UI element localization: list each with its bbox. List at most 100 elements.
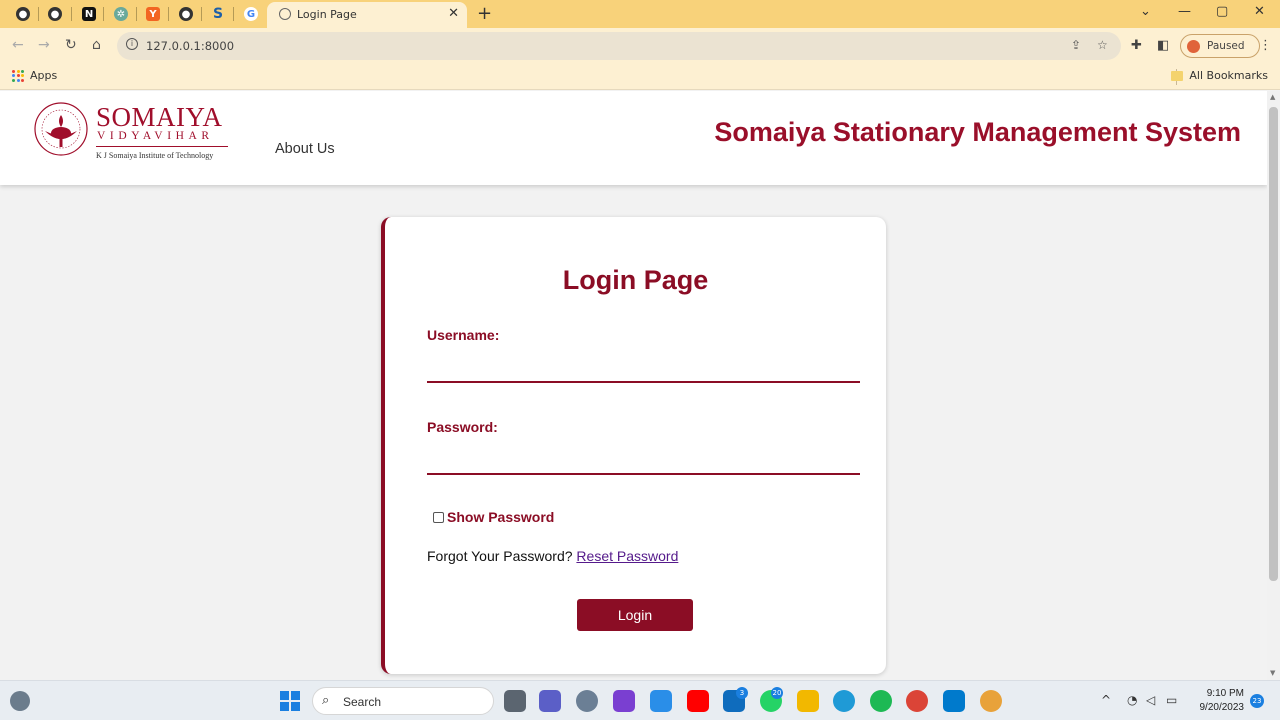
- page-viewport: SOMAIYA VIDYAVIHAR K J Somaiya Institute…: [0, 91, 1267, 680]
- login-heading: Login Page: [562, 265, 709, 295]
- battery-icon[interactable]: ▭: [1166, 693, 1177, 707]
- tab-separator: [71, 7, 72, 21]
- tab-separator: [103, 7, 104, 21]
- pinned-tab-ycombinator[interactable]: Y: [141, 4, 165, 24]
- login-button[interactable]: Login: [577, 599, 693, 631]
- logo-subtitle: VIDYAVIHAR: [97, 130, 214, 142]
- spotify-icon[interactable]: [870, 690, 892, 712]
- nav-about-us[interactable]: About Us: [275, 141, 335, 157]
- username-label: Username:: [427, 327, 500, 343]
- start-button[interactable]: [280, 691, 300, 711]
- close-window-button[interactable]: ✕: [1254, 4, 1265, 19]
- share-icon[interactable]: ⇪: [1071, 38, 1081, 52]
- side-panel-icon[interactable]: ◧: [1157, 38, 1169, 53]
- pinned-tab-chatgpt[interactable]: ✲: [109, 4, 133, 24]
- show-password-toggle[interactable]: Show Password: [433, 509, 554, 525]
- logo-wordmark: SOMAIYA: [96, 102, 223, 132]
- y-combinator-icon: Y: [146, 7, 160, 21]
- profile-status: Paused: [1207, 40, 1245, 52]
- pinned-tab-notion[interactable]: N: [77, 4, 101, 24]
- s-app-icon: S: [212, 6, 224, 22]
- globe-icon: [279, 8, 291, 20]
- show-password-label: Show Password: [447, 509, 555, 525]
- tab-separator: [38, 7, 39, 21]
- minimize-button[interactable]: —: [1178, 4, 1191, 19]
- site-info-icon[interactable]: i: [126, 38, 138, 50]
- chrome-profile-icon[interactable]: [980, 690, 1002, 712]
- forgot-password-row: Forgot Your Password? Reset Password: [427, 548, 678, 564]
- reload-icon[interactable]: ↻: [65, 37, 77, 53]
- profile-button[interactable]: Paused: [1180, 34, 1260, 58]
- taskbar-search[interactable]: ⌕ Search: [312, 687, 494, 715]
- tray-overflow-icon[interactable]: ^: [1101, 693, 1111, 707]
- photos-icon[interactable]: [650, 690, 672, 712]
- file-explorer-icon[interactable]: [797, 690, 819, 712]
- somaiya-emblem-icon: [34, 102, 88, 156]
- volume-icon[interactable]: ◁: [1146, 693, 1155, 707]
- tab-search-icon[interactable]: ⌄: [1140, 4, 1151, 19]
- scroll-up-icon[interactable]: ▲: [1270, 93, 1275, 101]
- clock-time: 9:10 PM: [1206, 688, 1244, 699]
- login-card: Login Page Username: Password: Show Pass…: [381, 217, 886, 674]
- notification-badge[interactable]: 23: [1250, 694, 1264, 708]
- browser-toolbar: ← → ↻ ⌂ i 127.0.0.1:8000 ⇪ ☆ ✚ ◧ Paused …: [0, 28, 1280, 64]
- extensions-icon[interactable]: ✚: [1131, 38, 1142, 53]
- site-header: SOMAIYA VIDYAVIHAR K J Somaiya Institute…: [0, 91, 1267, 185]
- taskbar-search-label: Search: [343, 695, 382, 709]
- vscode-icon[interactable]: [943, 690, 965, 712]
- taskbar-clock[interactable]: 9:10 PM 9/20/2023: [1190, 687, 1245, 715]
- copilot-icon[interactable]: [613, 690, 635, 712]
- tab-login-page[interactable]: Login Page ✕: [267, 2, 467, 28]
- weather-widget-icon[interactable]: [10, 691, 30, 711]
- pinned-tab-github[interactable]: ●: [11, 4, 35, 24]
- tab-title: Login Page: [297, 8, 357, 21]
- task-view-icon[interactable]: [504, 690, 526, 712]
- bookmark-star-icon[interactable]: ☆: [1097, 38, 1108, 52]
- bookmark-all[interactable]: All Bookmarks: [1171, 69, 1268, 82]
- password-input[interactable]: [427, 451, 860, 475]
- username-input[interactable]: [427, 359, 860, 383]
- maximize-button[interactable]: ▢: [1216, 4, 1228, 19]
- search-icon: ⌕: [322, 693, 330, 708]
- pinned-tab-github[interactable]: ●: [43, 4, 67, 24]
- edge-icon[interactable]: [833, 690, 855, 712]
- reset-password-link[interactable]: Reset Password: [576, 548, 678, 564]
- page-scrollbar[interactable]: ▲ ▼: [1267, 91, 1280, 680]
- apps-label: Apps: [30, 69, 58, 82]
- tab-separator: [201, 7, 202, 21]
- pinned-tab-google[interactable]: G: [239, 4, 263, 24]
- new-tab-button[interactable]: +: [477, 3, 492, 24]
- show-password-checkbox[interactable]: [433, 511, 444, 523]
- settings-icon[interactable]: [576, 690, 598, 712]
- url-text[interactable]: 127.0.0.1:8000: [146, 39, 234, 53]
- scroll-down-icon[interactable]: ▼: [1270, 669, 1275, 677]
- forgot-password-text: Forgot Your Password?: [427, 548, 573, 564]
- password-label: Password:: [427, 419, 498, 435]
- whatsapp-badge: 20: [771, 687, 783, 699]
- teams-chat-icon[interactable]: [539, 690, 561, 712]
- back-icon[interactable]: ←: [12, 37, 24, 53]
- clock-date: 9/20/2023: [1199, 702, 1245, 713]
- site-title: Somaiya Stationary Management System: [714, 117, 1241, 147]
- logo-divider: [96, 146, 228, 147]
- avatar: [1187, 40, 1200, 53]
- github-icon: ●: [48, 7, 62, 21]
- youtube-icon[interactable]: [687, 690, 709, 712]
- home-icon[interactable]: ⌂: [92, 37, 101, 53]
- logo-institute: K J Somaiya Institute of Technology: [96, 151, 214, 160]
- wifi-icon[interactable]: ◔: [1127, 693, 1137, 707]
- chrome-icon[interactable]: [906, 690, 928, 712]
- apps-grid-icon: [12, 69, 24, 82]
- pinned-tab-s-app[interactable]: S: [206, 4, 230, 24]
- taskbar: ⌕ Search 3 20 ^ ◔ ◁ ▭ 9:10 PM 9/20/2023 …: [0, 680, 1280, 720]
- github-icon: ●: [16, 7, 30, 21]
- chatgpt-icon: ✲: [114, 7, 128, 21]
- close-tab-icon[interactable]: ✕: [448, 6, 459, 21]
- bookmark-apps[interactable]: Apps: [12, 69, 57, 82]
- tab-separator: [168, 7, 169, 21]
- forward-icon[interactable]: →: [38, 37, 50, 53]
- scrollbar-thumb[interactable]: [1269, 107, 1278, 581]
- pinned-tab-github[interactable]: ●: [174, 4, 198, 24]
- menu-icon[interactable]: ⋮: [1259, 38, 1272, 53]
- address-bar[interactable]: i 127.0.0.1:8000 ⇪ ☆: [117, 32, 1121, 60]
